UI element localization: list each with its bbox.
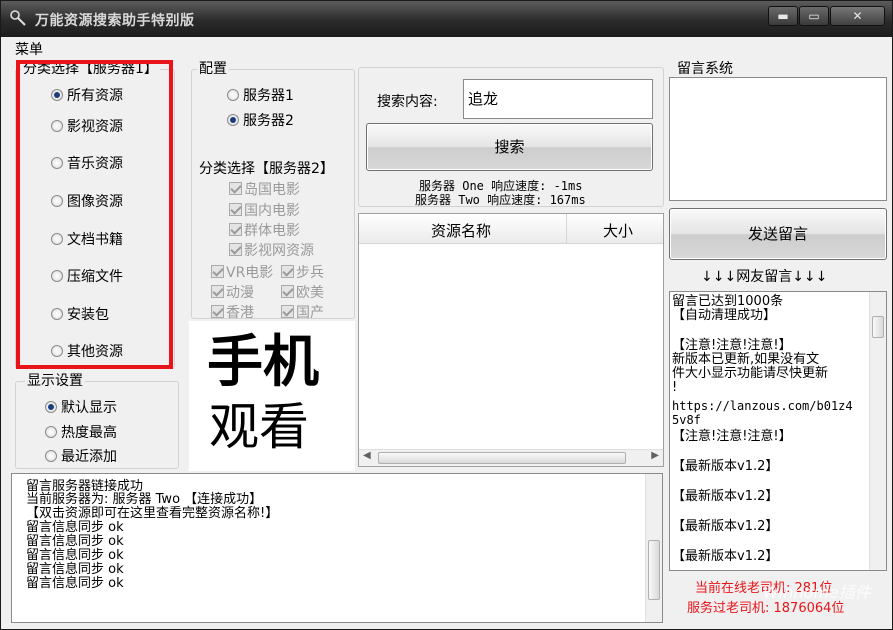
server1-radio[interactable]: 服务器1 — [227, 88, 294, 104]
message-feed-label: ↓↓↓网友留言↓↓↓ — [701, 269, 828, 285]
results-hscrollbar[interactable]: ◀ ▶ — [359, 449, 663, 466]
checkbox-icon — [281, 285, 294, 298]
category2-check-vr: VR电影 — [211, 265, 273, 281]
maximize-button[interactable]: ▭ — [799, 6, 829, 26]
message-line: 【注意!注意!注意!】 — [672, 429, 792, 444]
radio-dot-icon — [45, 450, 57, 462]
window-title: 万能资源搜索助手特别版 — [35, 13, 195, 29]
app-window: 万能资源搜索助手特别版 ▬ ▭ ✕ 菜单 分类选择【服务器1】 所有资源 影视资… — [0, 0, 893, 630]
log-vscrollbar[interactable] — [645, 474, 662, 622]
radio-dot-icon — [227, 114, 239, 126]
checkbox-icon — [229, 182, 242, 195]
message-compose-input[interactable] — [669, 77, 887, 201]
display-radio-recent[interactable]: 最近添加 — [45, 449, 117, 465]
message-url-line: 5v8f — [672, 413, 701, 427]
results-header: 资源名称 大小 — [359, 214, 663, 244]
message-feed[interactable]: 留言已达到1000条 【自动清理成功】 【注意!注意!注意!】 新版本已更新,如… — [669, 291, 887, 571]
checkbox-icon — [211, 265, 224, 278]
server2-radio[interactable]: 服务器2 — [227, 113, 294, 129]
category2-check-anime: 动漫 — [211, 285, 254, 301]
message-vscrollbar[interactable] — [869, 292, 886, 570]
category2-group-title: 分类选择【服务器2】 — [197, 161, 336, 177]
message-line: 留言已达到1000条 — [672, 294, 784, 309]
search-button[interactable]: 搜索 — [366, 123, 653, 171]
category2-check-3: 影视网资源 — [229, 243, 314, 259]
checkbox-icon — [229, 203, 242, 216]
checkbox-icon — [229, 223, 242, 236]
results-list[interactable]: 资源名称 大小 ◀ ▶ — [358, 213, 664, 467]
close-button[interactable]: ✕ — [830, 6, 885, 26]
checkbox-icon — [211, 285, 224, 298]
magnifier-app-icon — [10, 10, 26, 26]
category2-check-bubing: 步兵 — [281, 265, 324, 281]
radio-dot-icon — [45, 401, 57, 413]
watermark: Winhome插件 — [763, 583, 871, 602]
log-line: 留言信息同步 ok — [26, 520, 124, 535]
category2-check-0: 岛国电影 — [229, 182, 300, 198]
category2-check-west: 欧美 — [281, 285, 324, 301]
display-radio-hottest[interactable]: 热度最高 — [45, 425, 117, 441]
config-group-title: 配置 — [197, 61, 229, 77]
search-label: 搜索内容: — [377, 94, 438, 110]
minimize-button[interactable]: ▬ — [768, 6, 798, 26]
promo-line-1: 手机 — [207, 330, 319, 395]
message-line: 【自动清理成功】 — [672, 308, 777, 323]
scroll-thumb[interactable] — [872, 316, 884, 338]
col-header-name[interactable]: 资源名称 — [431, 220, 491, 241]
scroll-thumb[interactable] — [378, 452, 626, 464]
message-line: 新版本已更新,如果没有文 — [672, 352, 820, 367]
mobile-promo-banner[interactable]: 手机 观看 — [189, 321, 355, 471]
highlight-annotation — [16, 60, 173, 369]
message-line: 【最新版本v1.2】 — [672, 519, 779, 534]
log-line: 当前服务器为: 服务器 Two 【连接成功】 — [26, 492, 263, 507]
radio-dot-icon — [227, 89, 239, 101]
log-line: 【双击资源即可在这里查看完整资源名称!】 — [26, 506, 279, 521]
display-group-title: 显示设置 — [25, 373, 85, 389]
send-message-button[interactable]: 发送留言 — [669, 208, 887, 260]
column-divider — [566, 214, 567, 244]
log-line: 留言信息同步 ok — [26, 576, 124, 591]
checkbox-icon — [281, 265, 294, 278]
message-line: 【最新版本v1.2】 — [672, 489, 779, 504]
scroll-right-icon[interactable]: ▶ — [651, 450, 659, 461]
log-line: 留言信息同步 ok — [26, 534, 124, 549]
category2-check-2: 群体电影 — [229, 223, 300, 239]
menu-bar: 菜单 — [1, 37, 892, 59]
log-output[interactable]: 留言服务器链接成功 当前服务器为: 服务器 Two 【连接成功】 【双击资源即可… — [11, 473, 663, 623]
log-line: 留言信息同步 ok — [26, 562, 124, 577]
messages-title: 留言系统 — [675, 61, 735, 77]
category2-check-hk: 香港 — [211, 305, 254, 321]
message-line: 【最新版本v1.2】 — [672, 549, 779, 564]
message-line: 【注意!注意!注意!】 — [672, 338, 792, 353]
col-header-size[interactable]: 大小 — [603, 220, 633, 241]
menu-main[interactable]: 菜单 — [15, 39, 43, 59]
log-line: 留言信息同步 ok — [26, 548, 124, 563]
checkbox-icon — [229, 243, 242, 256]
server-two-speed: 服务器 Two 响应速度: 167ms — [415, 193, 586, 207]
radio-dot-icon — [45, 426, 57, 438]
scroll-thumb[interactable] — [648, 540, 660, 600]
message-line: 件大小显示功能请尽快更新 — [672, 366, 829, 381]
checkbox-icon — [281, 305, 294, 318]
display-radio-default[interactable]: 默认显示 — [45, 400, 117, 416]
title-bar[interactable]: 万能资源搜索助手特别版 ▬ ▭ ✕ — [1, 1, 892, 37]
category2-check-1: 国内电影 — [229, 203, 300, 219]
message-url-line: https://lanzous.com/b01z4 — [672, 399, 853, 413]
search-input[interactable]: 追龙 — [463, 79, 653, 119]
message-line: 【最新版本v1.2】 — [672, 459, 779, 474]
promo-line-2: 观看 — [209, 398, 309, 456]
message-line: ! — [672, 380, 678, 395]
scroll-left-icon[interactable]: ◀ — [363, 450, 371, 461]
checkbox-icon — [211, 305, 224, 318]
category2-check-domestic: 国产 — [281, 305, 324, 321]
